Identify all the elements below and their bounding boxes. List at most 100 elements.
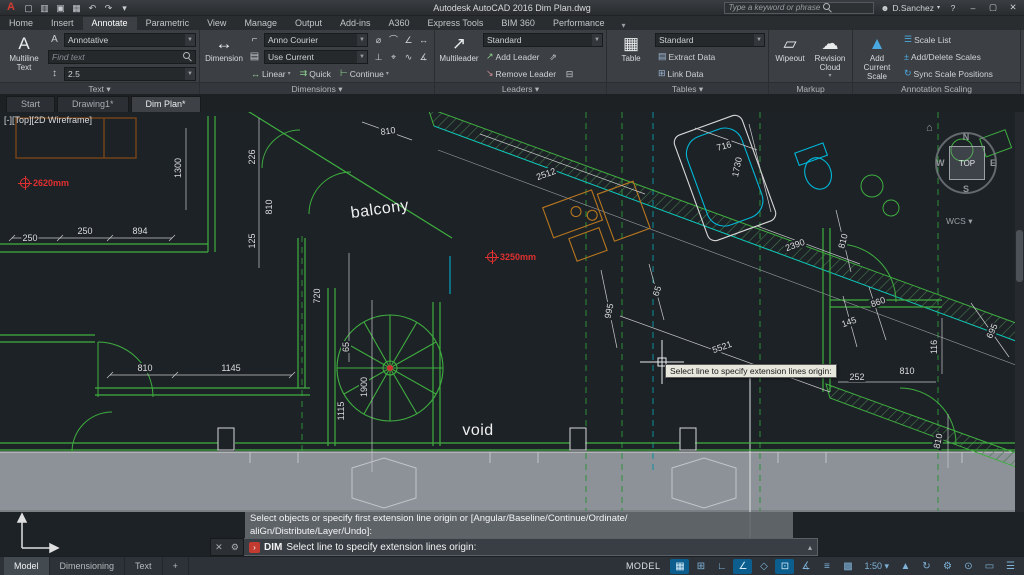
text-panel-label[interactable]: Text ▾ <box>0 82 199 94</box>
ribbon-tab-output[interactable]: Output <box>286 17 331 30</box>
viewcube-north[interactable]: N <box>963 132 970 142</box>
ribbon-tab-annotate[interactable]: Annotate <box>83 17 137 30</box>
restore-icon[interactable]: ▢ <box>986 2 1000 13</box>
align-leaders-icon[interactable]: ⇗ <box>546 50 561 64</box>
annotation-scale-button[interactable]: 1:50 ▾ <box>859 559 894 574</box>
add-leader-button[interactable]: ↗ Add Leader <box>483 49 543 64</box>
jogged-dim-icon[interactable]: ∿ <box>401 50 416 64</box>
help-icon[interactable]: ? <box>946 3 960 13</box>
vertical-scrollbar[interactable] <box>1015 112 1024 512</box>
viewcube[interactable]: ⌂ N S W E TOP <box>924 120 1010 216</box>
command-history-toggle-icon[interactable]: ▴ <box>808 543 812 552</box>
ribbon-tab-home[interactable]: Home <box>0 17 42 30</box>
add-current-scale-button[interactable]: ▲ Add Current Scale <box>856 32 898 81</box>
layout-tab-model[interactable]: Model <box>4 557 50 575</box>
file-tab-drawing1[interactable]: Drawing1* <box>57 96 129 112</box>
file-tab-start[interactable]: Start <box>6 96 55 112</box>
ribbon-tab-express-tools[interactable]: Express Tools <box>419 17 493 30</box>
ribbon-tab-bim-360[interactable]: BIM 360 <box>492 17 544 30</box>
plot-icon[interactable]: ▦ <box>70 2 83 14</box>
dim-style-select[interactable]: Anno Courier▼ <box>264 33 368 47</box>
drawing-canvas[interactable]: 8102512716173013002268101252502508947206… <box>0 112 1024 556</box>
annotation-scaling-panel-label[interactable]: Annotation Scaling <box>853 82 1020 94</box>
leaders-panel-label[interactable]: Leaders ▾ <box>435 82 606 94</box>
sync-scale-positions-button[interactable]: ↻ Sync Scale Positions <box>901 66 996 81</box>
open-file-icon[interactable]: ▥ <box>38 2 51 14</box>
dimensions-panel-label[interactable]: Dimensions ▾ <box>200 82 434 94</box>
viewcube-east[interactable]: E <box>990 158 996 168</box>
command-close-icon[interactable]: ✕ <box>215 542 223 553</box>
dropdown-arrow-icon[interactable]: ▼ <box>357 51 367 63</box>
ribbon-tab-manage[interactable]: Manage <box>235 17 286 30</box>
baseline-dim-icon[interactable]: ⊥ <box>371 50 386 64</box>
save-icon[interactable]: ▣ <box>54 2 67 14</box>
grid-toggle[interactable]: ▦ <box>670 559 689 574</box>
command-customize-icon[interactable]: ⚙ <box>231 542 239 553</box>
quick-properties-icon[interactable]: ▭ <box>980 559 999 574</box>
wipeout-button[interactable]: ▱ Wipeout <box>772 32 808 81</box>
signin-user-button[interactable]: ☻ D.Sanchez ▾ <box>880 3 940 13</box>
quick-access-dropdown-icon[interactable]: ▾ <box>118 2 131 14</box>
dim-break-icon[interactable]: ⌀ <box>371 33 386 47</box>
wcs-dropdown[interactable]: WCS ▾ <box>946 216 972 227</box>
revision-cloud-button[interactable]: ☁ Revision Cloud ▾ <box>811 32 849 81</box>
ribbon-collapse-icon[interactable]: ▾ <box>617 21 629 30</box>
autoscale-toggle[interactable]: ↻ <box>917 559 936 574</box>
viewport-controls[interactable]: [-][Top][2D Wireframe] <box>4 115 92 125</box>
lineweight-toggle[interactable]: ≡ <box>817 559 836 574</box>
extract-data-button[interactable]: ▤ Extract Data <box>655 49 718 64</box>
dim-layer-select[interactable]: Use Current▼ <box>264 50 368 64</box>
dropdown-arrow-icon[interactable]: ▼ <box>185 68 195 80</box>
annotation-visibility-toggle[interactable]: ▲ <box>896 559 915 574</box>
object-snap-toggle[interactable]: ⊡ <box>775 559 794 574</box>
layout-tab-dimensioning[interactable]: Dimensioning <box>50 557 126 575</box>
linear-dim-icon[interactable]: ↔ <box>416 33 431 47</box>
markup-panel-label[interactable]: Markup <box>769 82 852 94</box>
center-mark-icon[interactable]: ⌖ <box>386 50 401 64</box>
polar-tracking-toggle[interactable]: ∠ <box>733 559 752 574</box>
layout-tab-text[interactable]: Text <box>125 557 163 575</box>
ribbon-tab-a360[interactable]: A360 <box>380 17 419 30</box>
viewcube-home-icon[interactable]: ⌂ <box>926 122 933 134</box>
annotation-monitor-icon[interactable]: ⊙ <box>959 559 978 574</box>
leader-style-select[interactable]: Standard▼ <box>483 33 603 47</box>
minimize-icon[interactable]: – <box>966 3 980 13</box>
tables-panel-label[interactable]: Tables ▾ <box>607 82 768 94</box>
inspect-dim-icon[interactable]: ∡ <box>416 50 431 64</box>
dropdown-arrow-icon[interactable]: ▼ <box>754 34 764 46</box>
transparency-toggle[interactable]: ▩ <box>838 559 857 574</box>
scale-list-button[interactable]: ☰ Scale List <box>901 32 954 47</box>
quick-dim-button[interactable]: ⇉ Quick <box>297 66 334 81</box>
find-text-icon[interactable] <box>183 52 192 61</box>
snap-toggle[interactable]: ⊞ <box>691 559 710 574</box>
ortho-toggle[interactable]: ∟ <box>712 559 731 574</box>
multileader-button[interactable]: ↗ Multileader <box>438 32 480 81</box>
undo-icon[interactable]: ↶ <box>86 2 99 14</box>
isodraft-toggle[interactable]: ◇ <box>754 559 773 574</box>
continue-dim-button[interactable]: ⊢ Continue ▾ <box>337 66 392 81</box>
collect-leaders-icon[interactable]: ⊟ <box>562 67 577 81</box>
customization-menu-icon[interactable]: ☰ <box>1001 559 1020 574</box>
linear-dim-button[interactable]: ↔ Linear ▾ <box>248 66 294 81</box>
remove-leader-button[interactable]: ↘ Remove Leader <box>483 66 559 81</box>
arc-length-icon[interactable]: ⌒ <box>386 33 401 47</box>
dropdown-arrow-icon[interactable]: ▼ <box>185 34 195 46</box>
close-icon[interactable]: ✕ <box>1006 2 1020 13</box>
viewcube-top-face[interactable]: TOP <box>949 146 985 180</box>
scrollbar-thumb[interactable] <box>1016 230 1023 282</box>
model-space-button[interactable]: MODEL <box>618 561 669 571</box>
table-button[interactable]: ▦ Table <box>610 32 652 81</box>
workspace-switching-icon[interactable]: ⚙ <box>938 559 957 574</box>
ribbon-tab-insert[interactable]: Insert <box>42 17 83 30</box>
viewcube-south[interactable]: S <box>963 184 969 194</box>
angular-dim-icon[interactable]: ∠ <box>401 33 416 47</box>
redo-icon[interactable]: ↷ <box>102 2 115 14</box>
dropdown-arrow-icon[interactable]: ▼ <box>357 34 367 46</box>
dropdown-arrow-icon[interactable]: ▼ <box>592 34 602 46</box>
viewcube-west[interactable]: W <box>936 158 945 168</box>
multiline-text-button[interactable]: A Multiline Text <box>3 32 45 81</box>
search-icon[interactable] <box>823 3 832 12</box>
file-tab-dim-plan[interactable]: Dim Plan* <box>131 96 201 112</box>
text-style-select[interactable]: Annotative▼ <box>64 33 196 47</box>
link-data-button[interactable]: ⊞ Link Data <box>655 66 706 81</box>
